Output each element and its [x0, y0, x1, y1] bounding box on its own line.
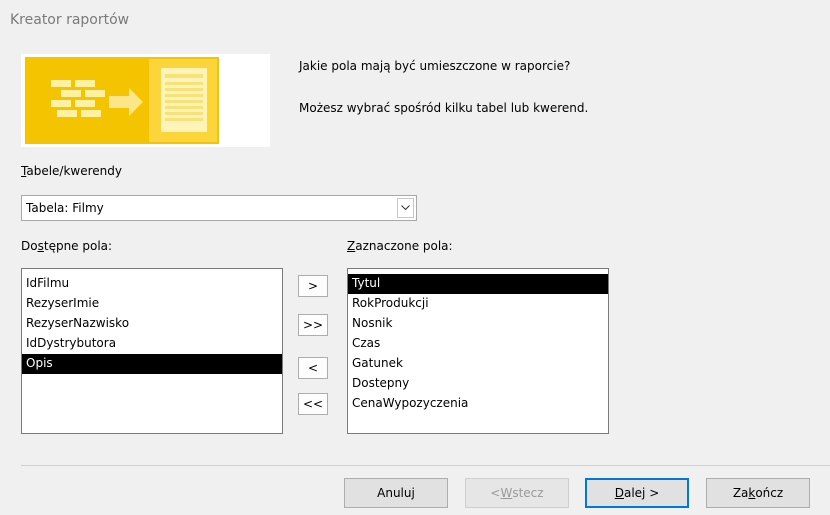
- finish-label-pre: Za: [732, 486, 749, 500]
- report-wizard-icon: [21, 54, 270, 147]
- list-item[interactable]: RezyserNazwisko: [22, 314, 282, 334]
- wizard-hint: Możesz wybrać spośród kilku tabel lub kw…: [299, 101, 589, 115]
- window-title: Kreator raportów: [10, 12, 130, 28]
- tables-queries-combobox[interactable]: Tabela: Filmy: [21, 195, 417, 221]
- back-label-post: stecz: [512, 486, 544, 500]
- list-item[interactable]: RezyserImie: [22, 294, 282, 314]
- available-label-pre: Do: [21, 239, 38, 253]
- list-item[interactable]: RokProdukcji: [348, 294, 608, 314]
- next-label-post: alej >: [623, 486, 660, 500]
- list-item-selected[interactable]: Tytul: [348, 274, 608, 294]
- list-item[interactable]: IdDystrybutora: [22, 334, 282, 354]
- remove-field-button[interactable]: <: [298, 357, 328, 379]
- list-item[interactable]: Czas: [348, 334, 608, 354]
- finish-button[interactable]: Za k ończ: [706, 478, 810, 508]
- cancel-button[interactable]: Anuluj: [344, 478, 448, 508]
- chevron-down-icon: [401, 205, 410, 211]
- list-item-selected[interactable]: Opis: [22, 354, 282, 374]
- combobox-value: Tabela: Filmy: [26, 201, 104, 215]
- available-label-post: tępne pola:: [43, 239, 113, 253]
- list-item[interactable]: Nosnik: [348, 314, 608, 334]
- add-all-fields-button[interactable]: >>: [298, 314, 328, 336]
- finish-label-post: ończ: [755, 486, 784, 500]
- remove-all-fields-button[interactable]: <<: [298, 393, 328, 415]
- next-label-accesskey: D: [614, 486, 624, 500]
- back-button[interactable]: < Wstecz: [465, 478, 569, 508]
- selected-label-accesskey: Z: [347, 239, 356, 253]
- list-item[interactable]: IdFilmu: [22, 274, 282, 294]
- report-wizard-image: [21, 54, 270, 147]
- tables-queries-label: Tabele/kwerendy: [21, 164, 122, 178]
- back-label-accesskey: W: [500, 486, 513, 500]
- tables-label-text: abele/kwerendy: [26, 164, 122, 178]
- combobox-dropdown-button[interactable]: [397, 198, 414, 218]
- list-item[interactable]: Dostepny: [348, 374, 608, 394]
- wizard-question: Jakie pola mają być umieszczone w raporc…: [299, 59, 571, 73]
- available-fields-list[interactable]: IdFilmu RezyserImie RezyserNazwisko IdDy…: [21, 268, 283, 434]
- list-item[interactable]: CenaWypozyczenia: [348, 394, 608, 414]
- list-item[interactable]: Gatunek: [348, 354, 608, 374]
- finish-label-accesskey: k: [748, 486, 756, 500]
- selected-fields-list[interactable]: Tytul RokProdukcji Nosnik Czas Gatunek D…: [347, 268, 609, 434]
- add-field-button[interactable]: >: [298, 275, 328, 297]
- available-fields-label: Dostępne pola:: [21, 239, 112, 253]
- back-label-pre: <: [490, 486, 501, 500]
- selected-fields-label: Zaznaczone pola:: [347, 239, 453, 253]
- footer-divider: [21, 465, 830, 466]
- next-button[interactable]: Dalej >: [585, 478, 689, 508]
- selected-label-text: aznaczone pola:: [355, 239, 453, 253]
